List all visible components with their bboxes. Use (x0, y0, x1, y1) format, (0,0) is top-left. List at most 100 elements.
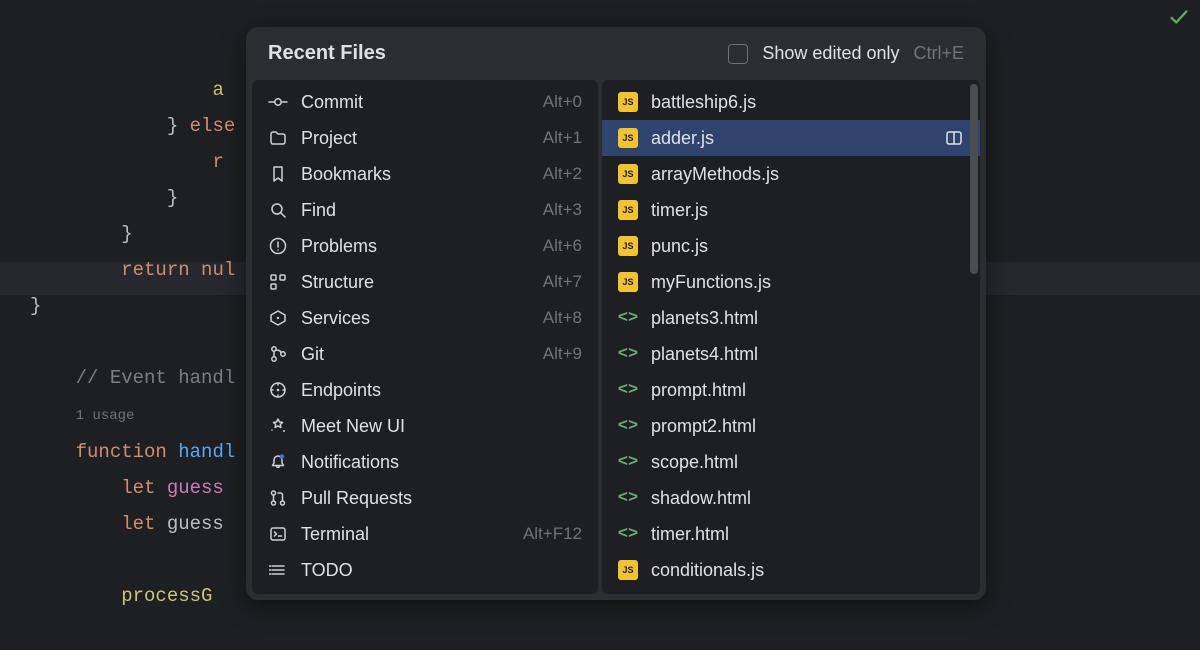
tool-window-label: Endpoints (301, 380, 582, 401)
recent-file-item[interactable]: JS adder.js (602, 120, 980, 156)
tool-window-item-endpoints[interactable]: Endpoints (252, 372, 598, 408)
file-name: prompt2.html (651, 416, 964, 437)
tool-window-label: Bookmarks (301, 164, 530, 185)
file-name: conditionals.js (651, 560, 964, 581)
tool-window-item-todo[interactable]: TODO (252, 552, 598, 588)
recent-file-item[interactable]: <> prompt.html (602, 372, 980, 408)
tool-window-shortcut: Alt+6 (543, 236, 582, 256)
file-name: myFunctions.js (651, 272, 964, 293)
pull-requests-icon (268, 488, 288, 508)
inspection-ok-icon[interactable] (1168, 6, 1190, 28)
html-file-icon: <> (618, 345, 638, 364)
recent-file-item[interactable]: <> planets3.html (602, 300, 980, 336)
recent-file-item[interactable]: JS arrayMethods.js (602, 156, 980, 192)
popup-title: Recent Files (268, 42, 714, 65)
tool-window-shortcut: Alt+9 (543, 344, 582, 364)
recent-file-item[interactable]: JS myFunctions.js (602, 264, 980, 300)
html-file-icon: <> (618, 525, 638, 544)
js-file-icon: JS (618, 200, 638, 220)
tool-window-shortcut: Alt+3 (543, 200, 582, 220)
tool-window-label: Services (301, 308, 530, 329)
tool-window-shortcut: Alt+F12 (523, 524, 582, 544)
tool-window-shortcut: Alt+2 (543, 164, 582, 184)
file-name: planets4.html (651, 344, 964, 365)
tool-windows-list[interactable]: Commit Alt+0 ProjectAlt+1 Bookmarks Alt+2 Fin… (252, 80, 598, 594)
js-file-icon: JS (618, 272, 638, 292)
tool-window-item-pull-requests[interactable]: Pull Requests (252, 480, 598, 516)
tool-window-item-meet-new-ui[interactable]: Meet New UI (252, 408, 598, 444)
html-file-icon: <> (618, 417, 638, 436)
html-file-icon: <> (618, 381, 638, 400)
recent-file-item[interactable]: JS conditionals.js (602, 552, 980, 588)
recent-file-item[interactable]: JS battleship6.js (602, 84, 980, 120)
tool-window-label: Find (301, 200, 530, 221)
tool-window-item-git[interactable]: Git Alt+9 (252, 336, 598, 372)
tool-window-item-commit[interactable]: Commit Alt+0 (252, 84, 598, 120)
file-name: adder.js (651, 128, 931, 149)
popup-header: Recent Files Show edited only Ctrl+E (246, 27, 986, 80)
todo-icon (268, 560, 288, 580)
tool-window-label: Notifications (301, 452, 582, 473)
scrollbar-thumb[interactable] (970, 84, 978, 274)
notifications-icon (268, 452, 288, 472)
tool-window-label: TODO (301, 560, 582, 581)
tool-window-shortcut: Alt+8 (543, 308, 582, 328)
tool-window-label: Problems (301, 236, 530, 257)
endpoints-icon (268, 380, 288, 400)
html-file-icon: <> (618, 489, 638, 508)
file-name: battleship6.js (651, 92, 964, 113)
find-icon (268, 200, 288, 220)
html-file-icon: <> (618, 453, 638, 472)
services-icon (268, 308, 288, 328)
tool-window-shortcut: Alt+1 (543, 128, 582, 148)
tool-window-shortcut: Alt+0 (543, 92, 582, 112)
tool-window-item-problems[interactable]: Problems Alt+6 (252, 228, 598, 264)
recent-file-item[interactable]: <> planets4.html (602, 336, 980, 372)
project-icon (268, 128, 288, 148)
tool-window-item-services[interactable]: Services Alt+8 (252, 300, 598, 336)
file-name: planets3.html (651, 308, 964, 329)
file-name: shadow.html (651, 488, 964, 509)
file-name: scope.html (651, 452, 964, 473)
file-name: arrayMethods.js (651, 164, 964, 185)
tool-window-item-project[interactable]: ProjectAlt+1 (252, 120, 598, 156)
tool-window-item-structure[interactable]: Structure Alt+7 (252, 264, 598, 300)
recent-file-item[interactable]: <> shadow.html (602, 480, 980, 516)
tool-window-shortcut: Alt+7 (543, 272, 582, 292)
file-name: timer.html (651, 524, 964, 545)
commit-icon (268, 92, 288, 112)
recent-file-item[interactable]: <> scope.html (602, 444, 980, 480)
tool-window-label: Pull Requests (301, 488, 582, 509)
tool-window-item-bookmarks[interactable]: Bookmarks Alt+2 (252, 156, 598, 192)
bookmarks-icon (268, 164, 288, 184)
js-file-icon: JS (618, 236, 638, 256)
meet-new-ui-icon (268, 416, 288, 436)
open-in-split-icon[interactable] (944, 128, 964, 148)
file-name: punc.js (651, 236, 964, 257)
js-file-icon: JS (618, 560, 638, 580)
recent-file-item[interactable]: <> prompt2.html (602, 408, 980, 444)
js-file-icon: JS (618, 92, 638, 112)
html-file-icon: <> (618, 309, 638, 328)
js-file-icon: JS (618, 164, 638, 184)
terminal-icon (268, 524, 288, 544)
show-edited-only-shortcut: Ctrl+E (913, 43, 964, 64)
tool-window-item-terminal[interactable]: TerminalAlt+F12 (252, 516, 598, 552)
tool-window-label: Meet New UI (301, 416, 582, 437)
file-name: prompt.html (651, 380, 964, 401)
git-icon (268, 344, 288, 364)
tool-window-label: Commit (301, 92, 530, 113)
recent-file-item[interactable]: <> timer.html (602, 516, 980, 552)
tool-window-item-notifications[interactable]: Notifications (252, 444, 598, 480)
recent-files-list[interactable]: JS battleship6.js JS adder.js JS arrayMethods… (602, 80, 980, 594)
js-file-icon: JS (618, 128, 638, 148)
show-edited-only-label[interactable]: Show edited only (762, 43, 899, 64)
tool-window-label: Structure (301, 272, 530, 293)
tool-window-label: Git (301, 344, 530, 365)
show-edited-only-checkbox[interactable] (728, 44, 748, 64)
tool-window-item-find[interactable]: Find Alt+3 (252, 192, 598, 228)
recent-file-item[interactable]: JS punc.js (602, 228, 980, 264)
recent-files-popup: Recent Files Show edited only Ctrl+E Com… (246, 27, 986, 600)
recent-file-item[interactable]: JS timer.js (602, 192, 980, 228)
file-name: timer.js (651, 200, 964, 221)
